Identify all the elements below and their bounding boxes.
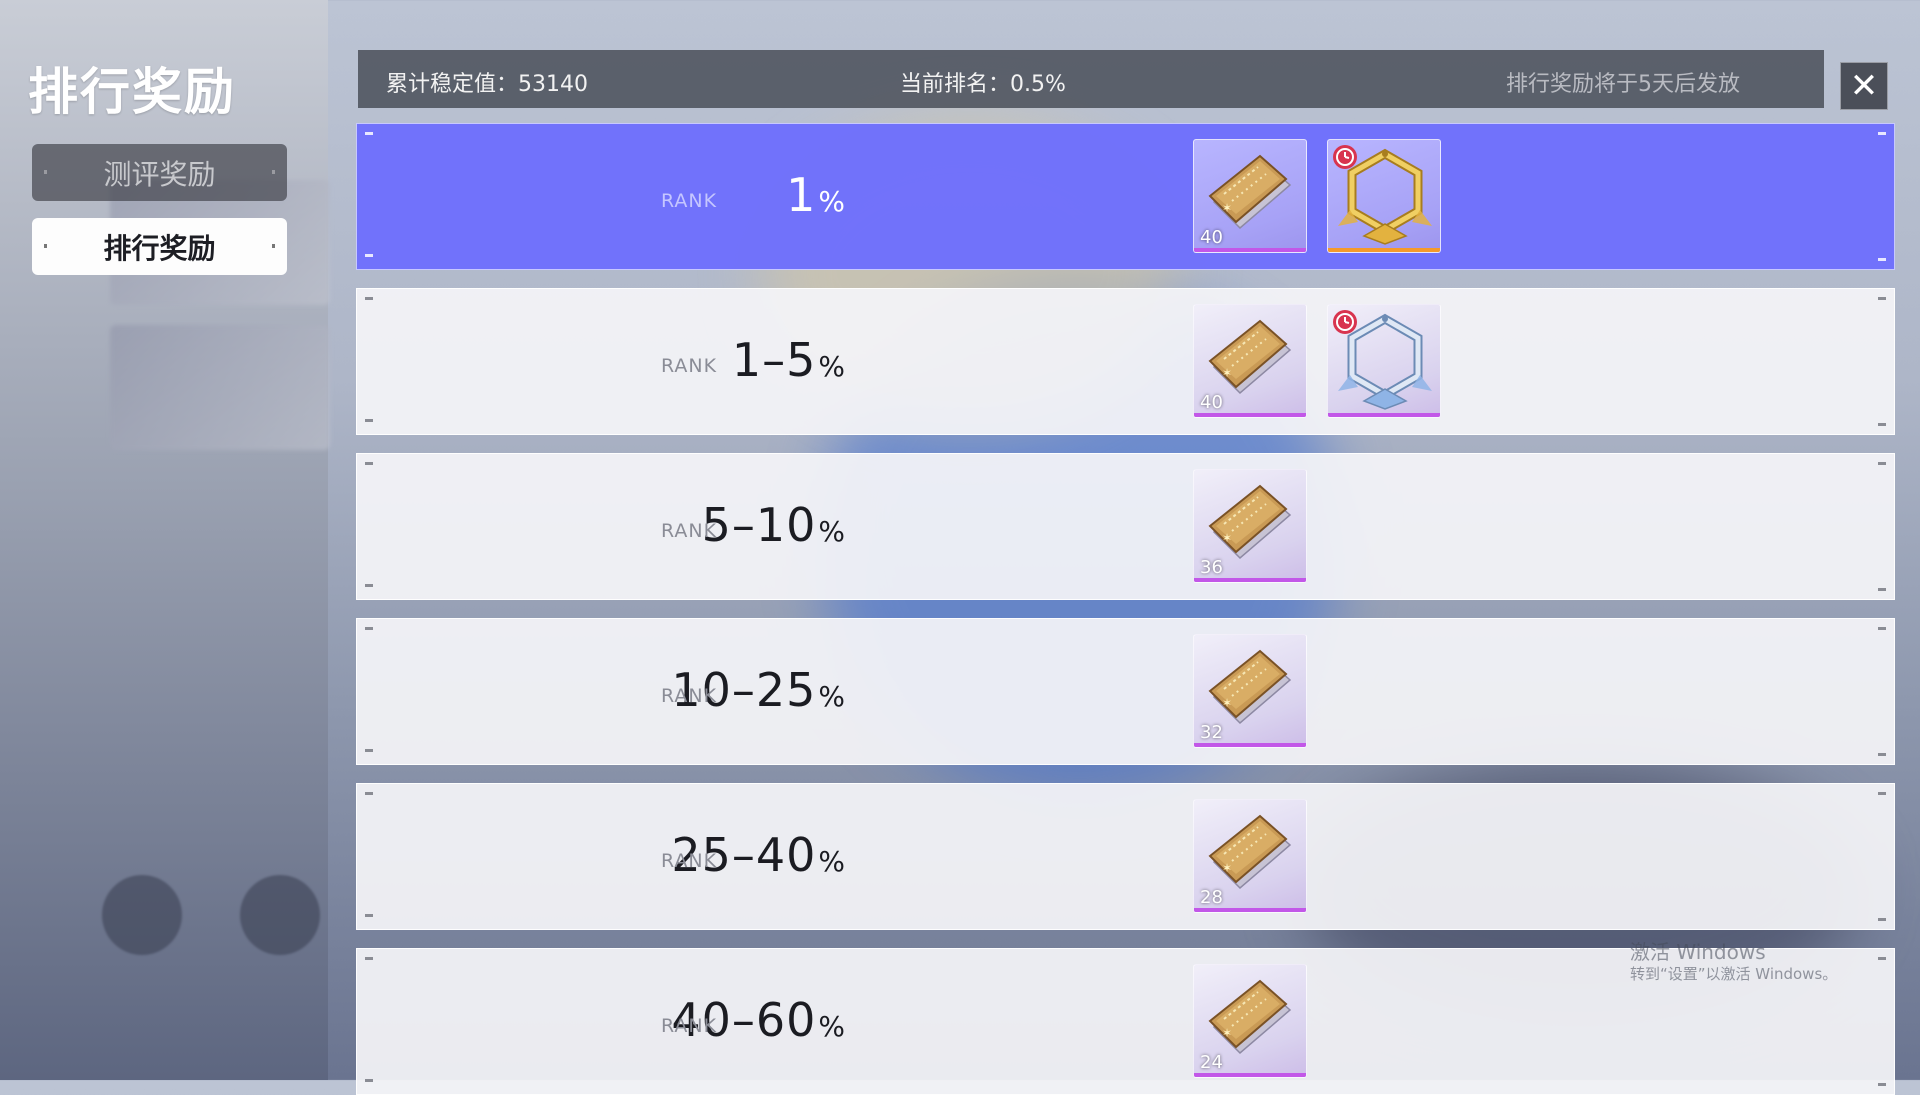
reward-item-book[interactable]: ✶ 32 [1193, 634, 1307, 748]
tab-tick [272, 244, 275, 248]
rank-range: 5–10% [702, 498, 846, 552]
reward-notice: 排行奖励将于5天后发放 [1506, 72, 1740, 97]
tab-tick [44, 170, 47, 174]
reward-item-book[interactable]: ✶ 40 [1193, 139, 1307, 253]
corner-mark [365, 1079, 373, 1082]
rank-tag: RANK [661, 685, 718, 707]
reward-item-gold-frame[interactable] [1327, 139, 1441, 253]
reward-item-book[interactable]: ✶ 24 [1193, 964, 1307, 1078]
tab-tick [272, 170, 275, 174]
reward-quantity: 28 [1200, 887, 1223, 908]
rarity-bar [1194, 1073, 1306, 1077]
rank-percent-sign: % [818, 350, 846, 383]
tab-tick [44, 244, 47, 248]
reward-item-silver-frame[interactable] [1327, 304, 1441, 418]
panel-title: 排行奖励 [28, 63, 236, 121]
corner-mark [365, 132, 373, 135]
reward-row: 1% RANK ✶ 40 [356, 123, 1895, 270]
svg-text:✶: ✶ [1222, 696, 1232, 710]
reward-quantity: 40 [1200, 227, 1223, 248]
corner-mark [365, 297, 373, 300]
background-icon [102, 875, 182, 955]
close-icon: ✕ [1849, 66, 1879, 106]
rank-percent-sign: % [818, 680, 846, 713]
corner-mark [1878, 792, 1886, 795]
rank-range: 1–5% [732, 333, 846, 387]
rank-percent-sign: % [818, 845, 846, 878]
current-rank: 当前排名：0.5% [900, 72, 1066, 97]
svg-text:✶: ✶ [1222, 1026, 1232, 1040]
rarity-bar [1328, 413, 1440, 417]
stats-header: 累计稳定值：53140 当前排名：0.5% 排行奖励将于5天后发放 [358, 50, 1824, 108]
rarity-bar [1194, 413, 1306, 417]
corner-mark [1878, 132, 1886, 135]
reward-quantity: 32 [1200, 722, 1223, 743]
reward-quantity: 36 [1200, 557, 1223, 578]
background-card [110, 325, 330, 450]
reward-item-book[interactable]: ✶ 40 [1193, 304, 1307, 418]
corner-mark [1878, 627, 1886, 630]
rarity-bar [1194, 743, 1306, 747]
rank-percent-sign: % [818, 1010, 846, 1043]
svg-text:✶: ✶ [1222, 366, 1232, 380]
rank-percent-sign: % [818, 185, 846, 218]
corner-mark [365, 584, 373, 587]
corner-mark [365, 957, 373, 960]
corner-mark [365, 792, 373, 795]
corner-mark [1878, 918, 1886, 921]
reward-row: 1–5% RANK ✶ 40 [356, 288, 1895, 435]
corner-mark [1878, 1083, 1886, 1086]
corner-mark [365, 627, 373, 630]
rank-tag: RANK [661, 520, 718, 542]
watermark-title: 激活 Windows [1630, 940, 1766, 964]
svg-text:✶: ✶ [1222, 861, 1232, 875]
corner-mark [365, 254, 373, 257]
reward-item-book[interactable]: ✶ 28 [1193, 799, 1307, 913]
tab-label: 测评奖励 [103, 157, 216, 191]
corner-mark [1878, 462, 1886, 465]
tab-evaluation-reward[interactable]: 测评奖励 [32, 144, 287, 201]
rank-range-value: 5–10 [701, 498, 817, 552]
clock-icon [1333, 145, 1357, 169]
background-icon [240, 875, 320, 955]
stability-value: 累计稳定值：53140 [386, 72, 588, 97]
svg-text:✶: ✶ [1222, 531, 1232, 545]
rank-percent-sign: % [818, 515, 846, 548]
corner-mark [365, 419, 373, 422]
corner-mark [1878, 297, 1886, 300]
tab-label: 排行奖励 [103, 231, 216, 265]
rank-range: 1% [786, 168, 846, 222]
rarity-bar [1194, 908, 1306, 912]
corner-mark [1878, 588, 1886, 591]
close-button[interactable]: ✕ [1840, 62, 1888, 110]
reward-row: 25–40% RANK ✶ 28 [356, 783, 1895, 930]
corner-mark [1878, 423, 1886, 426]
corner-mark [1878, 957, 1886, 960]
corner-mark [1878, 753, 1886, 756]
reward-row: 5–10% RANK ✶ 36 [356, 453, 1895, 600]
rarity-bar [1194, 248, 1306, 252]
rarity-bar [1194, 578, 1306, 582]
rank-tag: RANK [661, 190, 718, 212]
rank-tag: RANK [661, 1015, 718, 1037]
corner-mark [365, 914, 373, 917]
rank-tag: RANK [661, 850, 718, 872]
reward-item-book[interactable]: ✶ 36 [1193, 469, 1307, 583]
rank-range-value: 1–5 [731, 333, 817, 387]
rank-tag: RANK [661, 355, 718, 377]
watermark-subtitle: 转到“设置”以激活 Windows。 [1630, 965, 1838, 983]
rank-range-value: 1 [786, 168, 817, 222]
svg-text:✶: ✶ [1222, 201, 1232, 215]
tab-ranking-reward[interactable]: 排行奖励 [32, 218, 287, 275]
rarity-bar [1328, 248, 1440, 252]
corner-mark [1878, 258, 1886, 261]
clock-icon [1333, 310, 1357, 334]
reward-row: 10–25% RANK ✶ 32 [356, 618, 1895, 765]
reward-quantity: 40 [1200, 392, 1223, 413]
corner-mark [365, 749, 373, 752]
reward-quantity: 24 [1200, 1052, 1223, 1073]
corner-mark [365, 462, 373, 465]
